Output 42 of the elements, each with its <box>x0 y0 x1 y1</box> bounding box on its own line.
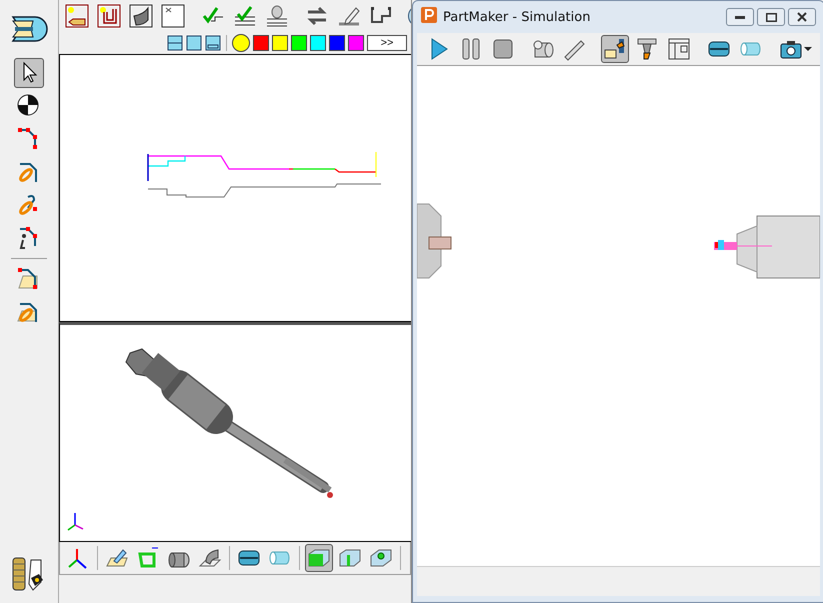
color-swatch[interactable] <box>310 35 326 51</box>
pocket-icon <box>97 4 121 28</box>
checkmark-icon <box>233 4 257 28</box>
view-layout-button[interactable] <box>205 35 221 51</box>
axes-icon <box>68 513 84 531</box>
layout-icon <box>186 35 202 51</box>
tool-holder-button[interactable] <box>601 35 629 63</box>
more-button[interactable]: >> <box>367 35 407 51</box>
surface-icon <box>129 4 153 28</box>
machine-icon <box>667 37 691 61</box>
light-bulb-icon <box>265 4 289 28</box>
swap-arrows-icon <box>305 4 329 28</box>
color-swatch[interactable] <box>348 35 364 51</box>
pointer-button[interactable] <box>14 58 44 88</box>
color-swatch[interactable] <box>253 35 269 51</box>
maximize-button[interactable] <box>757 8 785 26</box>
surface-button[interactable] <box>127 2 155 30</box>
app-logo-icon <box>421 7 437 23</box>
layout-icon <box>167 35 183 51</box>
pocket-button[interactable] <box>95 2 123 30</box>
milling-tool-icon <box>635 37 659 61</box>
box-button[interactable] <box>305 544 333 572</box>
window-title: PartMaker - Simulation <box>443 10 592 24</box>
color-swatch[interactable] <box>291 35 307 51</box>
minimize-button[interactable] <box>726 8 754 26</box>
view-layout-button[interactable] <box>186 35 202 51</box>
tool-holder-icon <box>603 37 627 61</box>
view-layout-button[interactable] <box>167 35 183 51</box>
color-swatch[interactable] <box>329 35 345 51</box>
layout-icon <box>205 35 221 51</box>
caret-icon <box>804 47 812 51</box>
drill-icon <box>65 4 89 28</box>
stop-icon <box>491 37 515 61</box>
minimize-icon <box>735 16 745 18</box>
close-button[interactable] <box>788 8 816 26</box>
color-swatch[interactable] <box>272 35 288 51</box>
profile-icon <box>136 546 160 570</box>
blank-button[interactable] <box>159 2 187 30</box>
drill-button[interactable] <box>63 2 91 30</box>
close-icon <box>797 12 807 22</box>
maximize-icon <box>766 12 776 22</box>
blank-icon <box>161 4 185 28</box>
